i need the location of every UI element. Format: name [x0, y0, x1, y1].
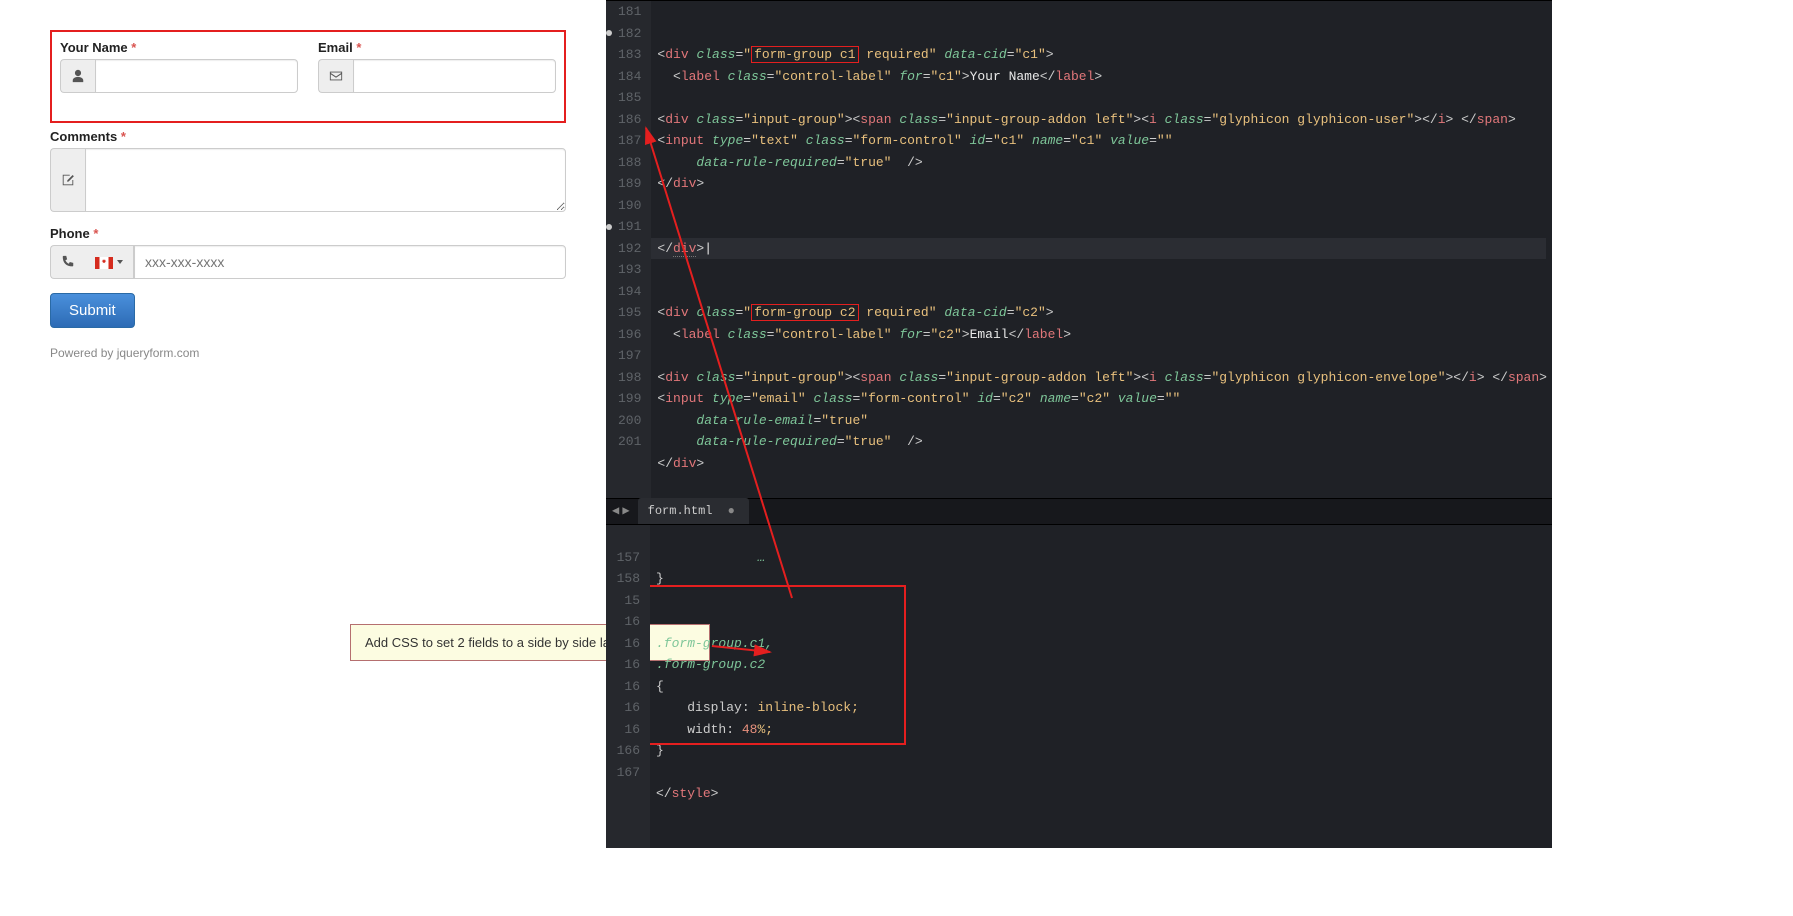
- form-group-your-name: Your Name *: [60, 40, 298, 93]
- phone-input[interactable]: [134, 245, 566, 279]
- comments-textarea[interactable]: [85, 148, 566, 212]
- email-label: Email *: [318, 40, 556, 55]
- country-flag-picker[interactable]: [85, 245, 134, 279]
- your-name-label-text: Your Name: [60, 40, 128, 55]
- canada-flag-icon: [95, 256, 113, 268]
- form-group-email: Email *: [318, 40, 556, 93]
- email-input[interactable]: [353, 59, 556, 93]
- required-asterisk: *: [93, 226, 98, 241]
- endstyle-open: </: [656, 786, 672, 801]
- phone-label-text: Phone: [50, 226, 90, 241]
- chevron-down-icon: [117, 260, 123, 264]
- required-asterisk: *: [121, 129, 126, 144]
- email-label-text: Email: [318, 40, 353, 55]
- user-icon: [60, 59, 95, 93]
- phone-icon: [50, 245, 85, 279]
- envelope-icon: [318, 59, 353, 93]
- powered-by-text: Powered by jqueryform.com: [50, 346, 566, 360]
- css-highlight-box: [650, 585, 906, 745]
- code-editor-pane: 1811821831841851861871881891901911921931…: [606, 0, 1552, 848]
- tab-dirty-indicator-icon: ●: [728, 504, 735, 518]
- code-bottom[interactable]: … } .form-group.c1, .form-group.c2 { dis…: [650, 525, 1552, 848]
- edit-icon: [50, 148, 85, 212]
- editor-tab-bar: ◀ ▶ form.html ●: [606, 498, 1552, 524]
- submit-button[interactable]: Submit: [50, 293, 135, 328]
- css-brace-close: }: [656, 571, 664, 586]
- form-group-comments: Comments *: [50, 129, 566, 212]
- gutter-bottom: 15715815161616161616166167: [606, 525, 650, 848]
- code-top[interactable]: <div class="form-group c1 required" data…: [651, 1, 1551, 498]
- form-group-phone: Phone *: [50, 226, 566, 279]
- required-asterisk: *: [131, 40, 136, 55]
- highlighted-two-field-row: Your Name * Email *: [50, 30, 566, 123]
- comments-label: Comments *: [50, 129, 566, 144]
- endstyle-close: >: [711, 786, 719, 801]
- code-pane-top[interactable]: 1811821831841851861871881891901911921931…: [606, 0, 1552, 498]
- phone-label: Phone *: [50, 226, 566, 241]
- your-name-input[interactable]: [95, 59, 298, 93]
- code-pane-bottom[interactable]: 15715815161616161616166167 … } .form-gro…: [606, 524, 1552, 848]
- css-brace-close2: }: [656, 743, 664, 758]
- endstyle-name: style: [672, 786, 711, 801]
- tab-nav-icon[interactable]: ◀ ▶: [612, 501, 628, 523]
- tab-form-html[interactable]: form.html ●: [638, 498, 749, 526]
- tab-label: form.html: [648, 504, 713, 518]
- comments-label-text: Comments: [50, 129, 117, 144]
- required-asterisk: *: [356, 40, 361, 55]
- your-name-label: Your Name *: [60, 40, 298, 55]
- gutter-top: 1811821831841851861871881891901911921931…: [606, 1, 651, 498]
- form-preview-pane: Your Name * Email *: [0, 0, 606, 848]
